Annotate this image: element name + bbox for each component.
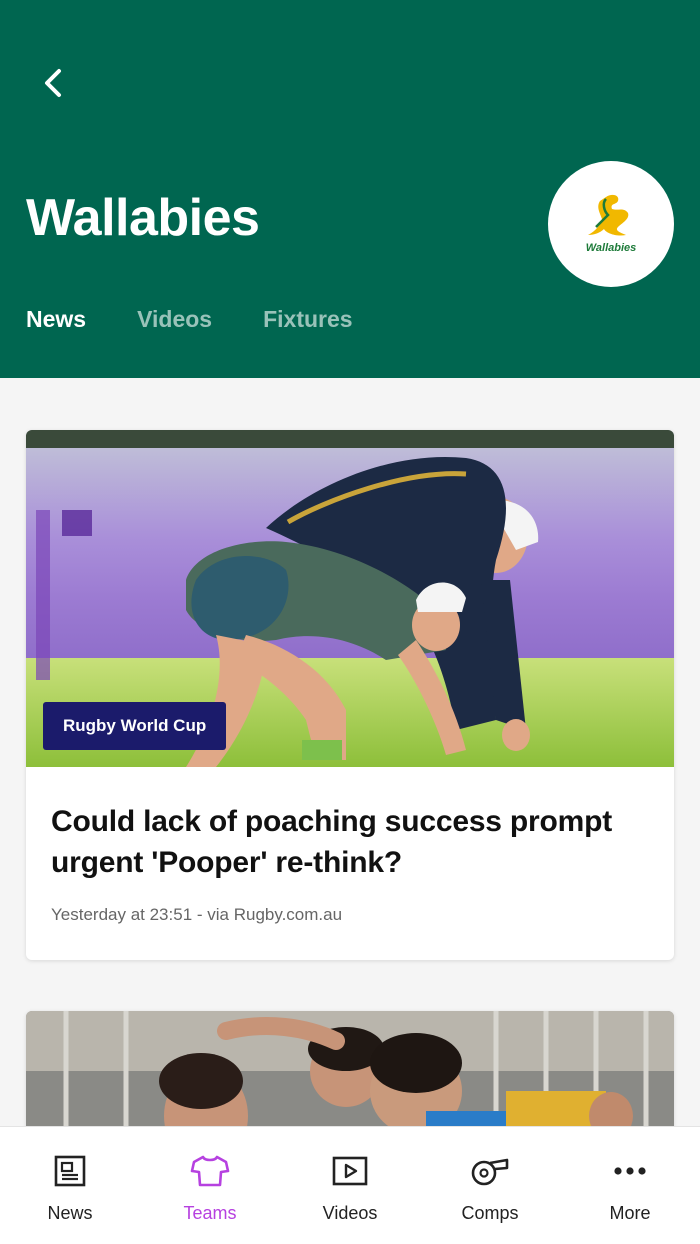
nav-more-label: More [609, 1203, 651, 1223]
play-icon [330, 1151, 370, 1191]
tab-fixtures[interactable]: Fixtures [263, 306, 352, 333]
back-button[interactable] [30, 60, 76, 106]
nav-teams-label: Teams [183, 1203, 237, 1223]
article-card[interactable]: Rugby World Cup Could lack of poaching s… [26, 430, 674, 960]
chevron-left-icon [45, 69, 61, 97]
nav-videos-label: Videos [322, 1203, 378, 1223]
article-meta: Yesterday at 23:51 - via Rugby.com.au [51, 905, 343, 924]
more-icon [610, 1151, 650, 1191]
whistle-icon [470, 1151, 510, 1191]
nav-news-label: News [47, 1203, 93, 1223]
bottom-navigation: News Teams Videos Comps More [0, 1126, 700, 1244]
article-image: Rugby World Cup [26, 430, 674, 767]
category-badge[interactable]: Rugby World Cup [43, 702, 227, 750]
nav-comps-label: Comps [461, 1203, 519, 1223]
nav-videos[interactable]: Videos [280, 1127, 420, 1244]
nav-news[interactable]: News [0, 1127, 140, 1244]
jersey-icon [190, 1151, 230, 1191]
newspaper-icon [50, 1151, 90, 1191]
logo-text: Wallabies [586, 242, 637, 254]
article-headline[interactable]: Could lack of poaching success prompt ur… [51, 801, 649, 883]
team-tabs: News Videos Fixtures [26, 306, 353, 333]
team-header: Wallabies Wallabies News Videos Fixtures [0, 0, 700, 378]
wallabies-logo-icon: Wallabies [586, 194, 637, 254]
nav-comps[interactable]: Comps [420, 1127, 560, 1244]
nav-teams[interactable]: Teams [140, 1127, 280, 1244]
tab-videos[interactable]: Videos [137, 306, 212, 333]
nav-more[interactable]: More [560, 1127, 700, 1244]
page-title: Wallabies [26, 189, 260, 247]
article-body: Could lack of poaching success prompt ur… [26, 767, 674, 925]
team-logo: Wallabies [548, 161, 674, 287]
tab-news[interactable]: News [26, 306, 86, 333]
